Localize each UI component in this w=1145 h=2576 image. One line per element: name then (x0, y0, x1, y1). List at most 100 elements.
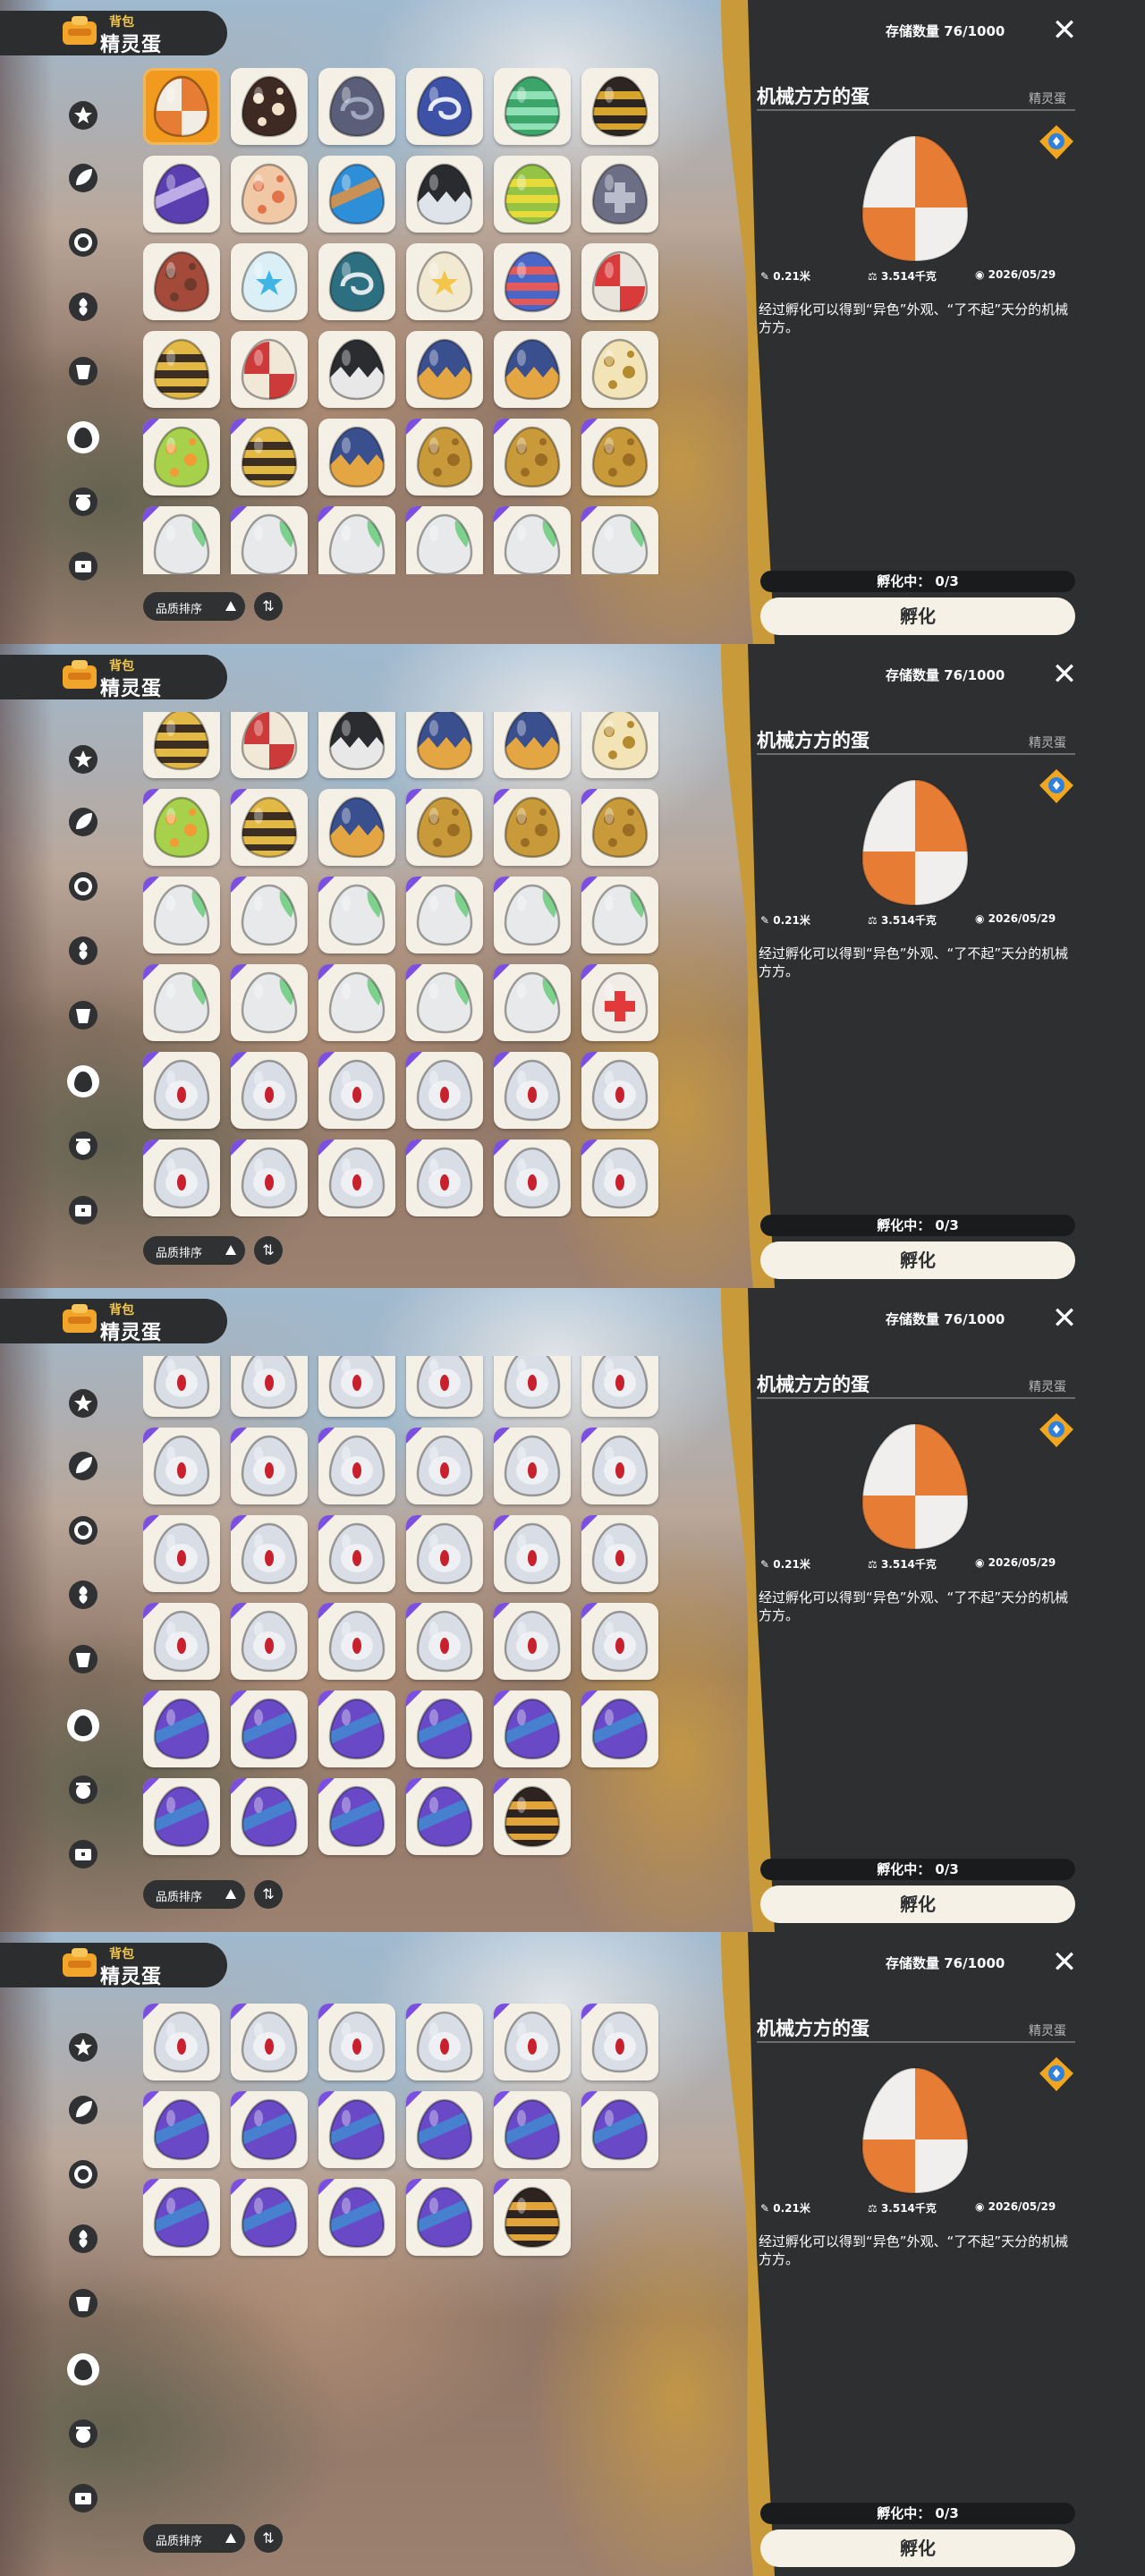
egg-cell[interactable] (231, 2178, 308, 2256)
egg-cell[interactable] (143, 1052, 220, 1130)
egg-cell[interactable] (231, 712, 308, 779)
nav-tab-2[interactable] (61, 864, 106, 909)
egg-cell[interactable] (494, 964, 571, 1042)
egg-cell[interactable] (581, 964, 658, 1042)
nav-tab-0[interactable] (61, 1381, 106, 1426)
nav-tab-0[interactable] (61, 737, 106, 782)
nav-tab-4[interactable] (61, 993, 106, 1038)
egg-cell[interactable] (581, 156, 658, 233)
egg-cell[interactable] (143, 506, 220, 574)
nav-tab-1[interactable] (61, 1444, 106, 1488)
sort-toggle-button[interactable]: ⇅ (254, 1880, 283, 1909)
egg-cell[interactable] (318, 789, 395, 867)
sort-toggle-button[interactable]: ⇅ (254, 592, 283, 621)
egg-cell[interactable] (143, 712, 220, 779)
egg-cell[interactable] (494, 2003, 571, 2080)
nav-tab-7[interactable] (61, 1188, 106, 1233)
nav-tab-5[interactable] (61, 1703, 106, 1748)
nav-tab-1[interactable] (61, 800, 106, 844)
egg-cell[interactable] (318, 419, 395, 496)
egg-cell[interactable] (231, 156, 308, 233)
egg-cell[interactable] (581, 1140, 658, 1217)
egg-cell[interactable] (318, 712, 395, 779)
egg-cell[interactable] (143, 1778, 220, 1856)
egg-cell[interactable] (231, 243, 308, 320)
egg-cell[interactable] (318, 331, 395, 408)
nav-tab-4[interactable] (61, 2281, 106, 2326)
egg-cell[interactable] (318, 877, 395, 954)
egg-cell[interactable] (406, 68, 483, 145)
egg-cell[interactable] (581, 2003, 658, 2080)
egg-cell[interactable] (318, 68, 395, 145)
egg-cell[interactable] (143, 1515, 220, 1593)
egg-cell[interactable] (318, 1603, 395, 1681)
egg-cell[interactable] (494, 68, 571, 145)
egg-cell[interactable] (318, 2003, 395, 2080)
close-icon[interactable]: ✕ (1047, 657, 1082, 692)
egg-cell[interactable] (581, 877, 658, 954)
egg-cell[interactable] (494, 789, 571, 867)
egg-cell[interactable] (231, 2090, 308, 2168)
nav-tab-4[interactable] (61, 1637, 106, 1682)
egg-cell[interactable] (494, 419, 571, 496)
egg-cell[interactable] (318, 243, 395, 320)
sort-toggle-button[interactable]: ⇅ (254, 1236, 283, 1265)
close-icon[interactable]: ✕ (1047, 1945, 1082, 1980)
egg-cell[interactable] (143, 877, 220, 954)
egg-cell[interactable] (581, 1356, 658, 1418)
egg-cell[interactable] (143, 68, 220, 145)
egg-cell[interactable] (406, 419, 483, 496)
egg-cell[interactable] (494, 1052, 571, 1130)
egg-cell[interactable] (231, 331, 308, 408)
nav-tab-2[interactable] (61, 2152, 106, 2197)
egg-cell[interactable] (318, 2178, 395, 2256)
egg-cell[interactable] (231, 877, 308, 954)
egg-cell[interactable] (406, 964, 483, 1042)
egg-cell[interactable] (231, 2003, 308, 2080)
egg-cell[interactable] (231, 789, 308, 867)
egg-cell[interactable] (231, 68, 308, 145)
egg-cell[interactable] (143, 2003, 220, 2080)
egg-cell[interactable] (143, 1603, 220, 1681)
egg-cell[interactable] (581, 712, 658, 779)
egg-cell[interactable] (231, 1140, 308, 1217)
egg-cell[interactable] (494, 877, 571, 954)
egg-cell[interactable] (143, 2178, 220, 2256)
nav-tab-0[interactable] (61, 2025, 106, 2070)
egg-cell[interactable] (494, 1140, 571, 1217)
egg-cell[interactable] (406, 243, 483, 320)
nav-tab-0[interactable] (61, 93, 106, 138)
egg-cell[interactable] (231, 419, 308, 496)
egg-cell[interactable] (406, 506, 483, 574)
egg-cell[interactable] (318, 1052, 395, 1130)
hatch-button[interactable]: 孵化 (760, 2529, 1075, 2567)
egg-cell[interactable] (581, 68, 658, 145)
egg-cell[interactable] (318, 1778, 395, 1856)
egg-cell[interactable] (143, 2090, 220, 2168)
egg-cell[interactable] (318, 1515, 395, 1593)
egg-cell[interactable] (318, 506, 395, 574)
egg-cell[interactable] (581, 789, 658, 867)
egg-cell[interactable] (143, 419, 220, 496)
nav-tab-3[interactable] (61, 1572, 106, 1617)
egg-cell[interactable] (581, 1690, 658, 1768)
nav-tab-5[interactable] (61, 1059, 106, 1104)
close-icon[interactable]: ✕ (1047, 13, 1082, 48)
egg-cell[interactable] (581, 506, 658, 574)
nav-tab-3[interactable] (61, 284, 106, 329)
egg-cell[interactable] (231, 1052, 308, 1130)
sort-toggle-button[interactable]: ⇅ (254, 2524, 283, 2553)
egg-cell[interactable] (143, 789, 220, 867)
egg-cell[interactable] (231, 1356, 308, 1418)
egg-cell[interactable] (406, 2090, 483, 2168)
egg-cell[interactable] (581, 243, 658, 320)
egg-cell[interactable] (406, 2003, 483, 2080)
egg-cell[interactable] (143, 243, 220, 320)
nav-tab-2[interactable] (61, 1508, 106, 1553)
egg-cell[interactable] (231, 964, 308, 1042)
nav-tab-6[interactable] (61, 1767, 106, 1812)
egg-cell[interactable] (143, 964, 220, 1042)
egg-cell[interactable] (406, 2178, 483, 2256)
nav-tab-3[interactable] (61, 928, 106, 973)
egg-cell[interactable] (406, 712, 483, 779)
